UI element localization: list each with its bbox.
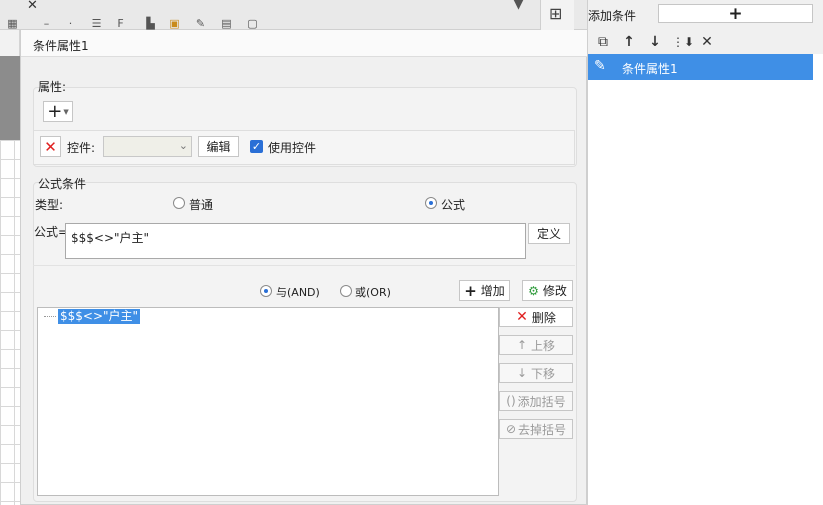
toolbar-icon-1[interactable]: – xyxy=(40,18,53,30)
delete-icon: ✕ xyxy=(44,137,57,156)
logic-or-radio[interactable] xyxy=(340,285,352,297)
edit-button[interactable]: 编辑 xyxy=(198,136,239,157)
attributes-label: 属性: xyxy=(38,80,67,94)
type-normal-label: 普通 xyxy=(189,198,214,212)
add-bracket-label: 添加括号 xyxy=(517,394,566,409)
add-bracket-button[interactable]: () 添加括号 xyxy=(499,391,573,411)
delete-label: 删除 xyxy=(531,310,556,325)
remove-bracket-label: 去掉括号 xyxy=(518,422,567,437)
image-icon[interactable]: ▣ xyxy=(168,18,181,30)
dialog-title: 条件属性1 xyxy=(33,39,89,53)
chevron-down-icon: ⌄ xyxy=(178,139,188,152)
formula-section-label: 公式条件 xyxy=(38,177,87,191)
type-label: 类型: xyxy=(35,198,64,212)
plus-icon: + xyxy=(47,101,63,122)
move-bottom-icon[interactable]: ⋮⬇ xyxy=(672,33,694,51)
plus-icon: + xyxy=(464,281,477,300)
add-new-condition-button[interactable]: + xyxy=(658,3,813,24)
divider xyxy=(33,265,575,266)
chart-icon[interactable]: ▙ xyxy=(144,18,157,30)
condition-item[interactable]: ✎ 条件属性1 xyxy=(588,54,813,80)
plus-icon: + xyxy=(728,3,743,24)
modify-icon: ⚙ xyxy=(528,283,539,298)
condition-attribute-dialog: 条件属性1 属性: + ▼ ✕ 控件: ⌄ 编辑 ✓ 使用控件 公式条件 类型:… xyxy=(20,30,588,505)
bracket-icon: () xyxy=(506,394,516,408)
control-select[interactable]: ⌄ xyxy=(103,136,192,157)
toolbar-icon-2[interactable]: · xyxy=(64,18,77,30)
layout-icon: ⊞ xyxy=(549,4,563,23)
pointer-icon[interactable]: ▼ xyxy=(512,0,525,11)
conditions-toolbar: ⧉ ↑ ↓ ⋮⬇ ✕ xyxy=(588,30,823,54)
type-formula-label: 公式 xyxy=(441,198,466,212)
editor-grid xyxy=(0,140,20,505)
frame-icon[interactable]: ▢ xyxy=(246,18,259,30)
add-attribute-button[interactable]: + ▼ xyxy=(43,101,73,122)
use-control-label: 使用控件 xyxy=(268,141,317,155)
arrow-up-icon[interactable]: ↑ xyxy=(620,33,638,51)
add-condition-label: 增加 xyxy=(480,284,505,298)
formula-input-value: $$$<>"户主" xyxy=(71,231,150,245)
logic-and-radio[interactable] xyxy=(260,285,272,297)
delete-icon[interactable]: ✕ xyxy=(698,33,716,51)
use-control-checkbox[interactable]: ✓ xyxy=(250,140,263,153)
grid-icon[interactable]: ▦ xyxy=(6,18,19,30)
delete-button[interactable]: ✕ 删除 xyxy=(499,307,573,327)
copy-icon[interactable]: ⧉ xyxy=(594,33,612,51)
logic-or-label: 或(OR) xyxy=(355,286,391,299)
pen-icon[interactable]: ✎ xyxy=(194,18,207,30)
conditions-panel: 添加条件 + ⧉ ↑ ↓ ⋮⬇ ✕ ✎ 条件属性1 xyxy=(587,0,823,505)
logic-and-label: 与(AND) xyxy=(276,286,320,299)
dialog-title-bar: 条件属性1 xyxy=(21,30,588,57)
formula-input[interactable]: $$$<>"户主" xyxy=(65,223,526,259)
formula-label: 公式= xyxy=(34,225,69,239)
delete-icon: ✕ xyxy=(516,309,528,325)
move-up-button[interactable]: ↑ 上移 xyxy=(499,335,573,355)
format-icon[interactable]: F xyxy=(114,18,127,30)
top-toolbar: ▦ ✕ – · ☰ F ▙ ▣ ✎ ▤ ▢ ▼ xyxy=(0,0,587,30)
move-up-label: 上移 xyxy=(531,338,556,353)
remove-control-button[interactable]: ✕ xyxy=(40,136,61,157)
add-condition-button[interactable]: + 增加 xyxy=(459,280,510,301)
move-down-button[interactable]: ↓ 下移 xyxy=(499,363,573,383)
condition-list: ✎ 条件属性1 xyxy=(588,54,823,505)
modify-condition-label: 修改 xyxy=(542,284,567,298)
condition-item-label: 条件属性1 xyxy=(622,62,678,76)
control-label: 控件: xyxy=(67,141,96,155)
arrow-up-icon: ↑ xyxy=(516,338,528,352)
add-condition-title: 添加条件 xyxy=(588,9,637,23)
remove-bracket-button[interactable]: ⊘ 去掉括号 xyxy=(499,419,573,439)
layout-toggle-button[interactable]: ⊞ xyxy=(540,0,574,30)
close-icon[interactable]: ✕ xyxy=(27,0,38,13)
conditions-panel-header: 添加条件 + xyxy=(588,0,823,30)
conditions-list[interactable]: $$$<>"户主" xyxy=(37,307,499,496)
condition-text: $$$<>"户主" xyxy=(60,309,139,323)
type-normal-radio[interactable] xyxy=(173,197,185,209)
move-down-label: 下移 xyxy=(531,366,556,381)
editor-dark-block xyxy=(0,56,20,140)
tree-connector xyxy=(44,316,56,317)
remove-bracket-icon: ⊘ xyxy=(505,422,517,436)
type-formula-radio[interactable] xyxy=(425,197,437,209)
list-item[interactable]: $$$<>"户主" xyxy=(58,309,141,324)
arrow-down-icon: ↓ xyxy=(516,366,528,380)
document-icon[interactable]: ▤ xyxy=(220,18,233,30)
pencil-icon: ✎ xyxy=(594,58,606,74)
align-icon[interactable]: ☰ xyxy=(90,18,103,30)
arrow-down-icon[interactable]: ↓ xyxy=(646,33,664,51)
modify-condition-button[interactable]: ⚙ 修改 xyxy=(522,280,573,301)
chevron-down-icon: ▼ xyxy=(63,107,69,116)
define-button[interactable]: 定义 xyxy=(528,223,570,244)
